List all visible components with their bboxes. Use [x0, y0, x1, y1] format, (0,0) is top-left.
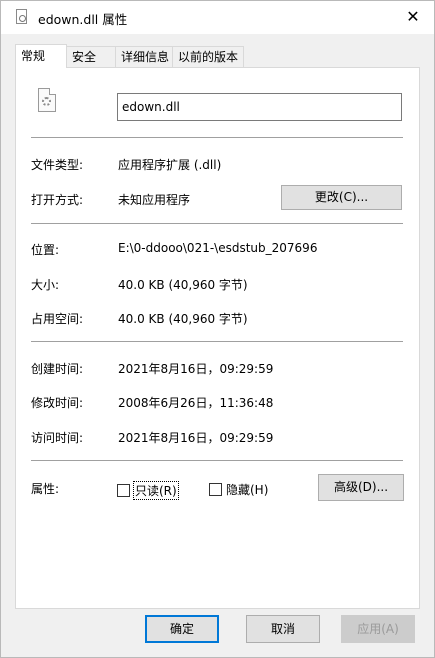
- modified-value: 2008年6月26日，11:36:48: [118, 396, 274, 410]
- file-type-value: 应用程序扩展 (.dll): [118, 158, 222, 172]
- hidden-checkbox-group[interactable]: 隐藏(H): [209, 481, 269, 498]
- divider: [31, 223, 403, 224]
- opens-with-label: 打开方式:: [31, 193, 84, 207]
- location-label: 位置:: [31, 243, 60, 257]
- tab-previous-versions[interactable]: 以前的版本: [172, 46, 244, 67]
- disk-size-value: 40.0 KB (40,960 字节): [118, 312, 248, 326]
- readonly-checkbox[interactable]: [117, 484, 130, 497]
- readonly-checkbox-group[interactable]: 只读(R): [117, 481, 179, 500]
- apply-button[interactable]: 应用(A): [341, 615, 415, 643]
- file-name-input[interactable]: edown.dll: [117, 93, 402, 121]
- modified-label: 修改时间:: [31, 396, 84, 410]
- accessed-label: 访问时间:: [31, 431, 84, 445]
- created-value: 2021年8月16日，09:29:59: [118, 362, 274, 376]
- disk-size-label: 占用空间:: [31, 312, 84, 326]
- attributes-label: 属性:: [31, 482, 60, 496]
- divider: [31, 460, 403, 461]
- file-type-label: 文件类型:: [31, 158, 84, 172]
- readonly-label[interactable]: 只读(R): [133, 481, 179, 500]
- advanced-button[interactable]: 高级(D)...: [318, 474, 404, 501]
- dll-file-icon: [16, 9, 27, 24]
- accessed-value: 2021年8月16日，09:29:59: [118, 431, 274, 445]
- cancel-button[interactable]: 取消: [246, 615, 320, 643]
- properties-window: edown.dll 属性 ✕ 常规 安全 详细信息 以前的版本 edown.dl…: [0, 0, 435, 658]
- ok-button[interactable]: 确定: [145, 615, 219, 643]
- opens-with-value: 未知应用程序: [118, 193, 191, 207]
- hidden-checkbox[interactable]: [209, 483, 222, 496]
- close-icon[interactable]: ✕: [400, 5, 426, 29]
- general-panel: edown.dll 文件类型: 应用程序扩展 (.dll) 打开方式: 未知应用…: [15, 67, 420, 609]
- hidden-label[interactable]: 隐藏(H): [225, 481, 269, 498]
- dll-file-icon: [38, 88, 56, 112]
- size-value: 40.0 KB (40,960 字节): [118, 278, 248, 292]
- tab-security[interactable]: 安全: [66, 46, 116, 67]
- location-value: E:\0-ddooo\021-\esdstub_207696: [118, 241, 318, 255]
- window-title: edown.dll 属性: [38, 12, 128, 27]
- divider: [31, 341, 403, 342]
- tab-general[interactable]: 常规: [15, 44, 67, 68]
- tab-details[interactable]: 详细信息: [115, 46, 173, 67]
- gear-icon: [42, 97, 51, 106]
- size-label: 大小:: [31, 278, 60, 292]
- title-bar: edown.dll 属性 ✕: [1, 1, 434, 34]
- change-button[interactable]: 更改(C)...: [281, 185, 402, 210]
- created-label: 创建时间:: [31, 362, 84, 376]
- divider: [31, 137, 403, 138]
